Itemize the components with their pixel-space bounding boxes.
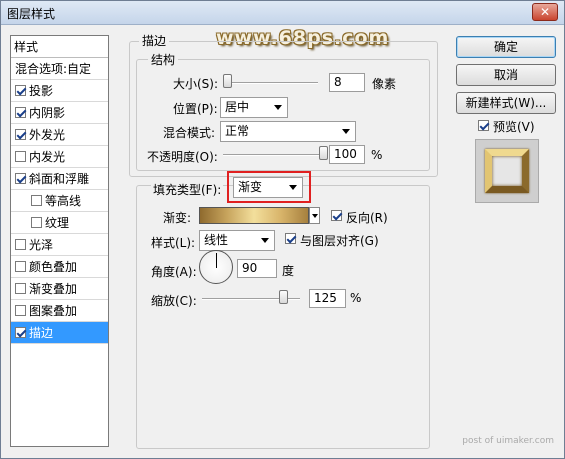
- style-list-item[interactable]: 渐变叠加: [11, 278, 108, 300]
- structure-title: 结构: [148, 51, 179, 68]
- style-list-item[interactable]: 外发光: [11, 124, 108, 146]
- style-checkbox[interactable]: [15, 327, 26, 338]
- gradient-label: 渐变:: [163, 211, 192, 225]
- size-slider-thumb[interactable]: [222, 74, 232, 88]
- style-checkbox[interactable]: [15, 173, 26, 184]
- style-list-header[interactable]: 样式: [11, 36, 108, 58]
- style-checkbox[interactable]: [15, 283, 26, 294]
- opacity-label: 不透明度(O):: [147, 150, 218, 164]
- style-checkbox[interactable]: [15, 107, 26, 118]
- fill-type-select-value: 渐变: [238, 180, 263, 194]
- style-list-item[interactable]: 斜面和浮雕: [11, 168, 108, 190]
- style-list-item-label: 图案叠加: [29, 304, 78, 318]
- style-list-item[interactable]: 颜色叠加: [11, 256, 108, 278]
- style-list-item[interactable]: 投影: [11, 80, 108, 102]
- size-input[interactable]: 8: [329, 73, 365, 92]
- scale-unit: %: [350, 291, 362, 305]
- close-button[interactable]: ✕: [532, 3, 558, 21]
- site-watermark: post of uimaker.com: [462, 436, 554, 446]
- chevron-down-icon: [274, 105, 282, 110]
- blend-mode-label: 混合模式:: [163, 126, 216, 140]
- style-checkbox[interactable]: [15, 239, 26, 250]
- style-list-item[interactable]: 内发光: [11, 146, 108, 168]
- gradient-style-select[interactable]: 线性: [199, 230, 275, 251]
- style-list-item-label: 渐变叠加: [29, 282, 78, 296]
- stroke-section-title: 描边: [139, 32, 170, 49]
- style-checkbox[interactable]: [15, 261, 26, 272]
- scale-slider-thumb[interactable]: [279, 290, 289, 304]
- style-list-item-label: 斜面和浮雕: [29, 172, 90, 186]
- style-list-item-label: 光泽: [29, 238, 54, 252]
- style-preview-thumbnail: [475, 139, 539, 203]
- new-style-button[interactable]: 新建样式(W)...: [456, 92, 556, 114]
- style-list-item-label: 投影: [29, 84, 54, 98]
- style-checkbox[interactable]: [31, 195, 42, 206]
- window-title: 图层样式: [7, 7, 56, 21]
- preview-checkbox[interactable]: [478, 120, 489, 131]
- style-list-item-label: 描边: [29, 326, 54, 340]
- opacity-slider-track[interactable]: [223, 154, 323, 156]
- reverse-label: 反向(R): [346, 211, 388, 225]
- style-list-item[interactable]: 纹理: [11, 212, 108, 234]
- preview-label: 预览(V): [493, 120, 535, 134]
- layer-style-dialog: 图层样式 ✕ www.68ps.com 样式 混合选项:自定 投影 内阴影 外发光 内发…: [0, 0, 565, 459]
- chevron-down-icon: [289, 185, 297, 190]
- scale-input[interactable]: 125: [309, 289, 346, 308]
- scale-label: 缩放(C):: [151, 294, 197, 308]
- opacity-input[interactable]: 100: [329, 145, 365, 164]
- preview-frame-image: [485, 149, 529, 193]
- style-list-item-label: 等高线: [45, 194, 82, 208]
- style-list-item-label: 内阴影: [29, 106, 66, 120]
- style-list-item-label: 外发光: [29, 128, 66, 142]
- blend-mode-select[interactable]: 正常: [220, 121, 356, 142]
- style-list-item[interactable]: 图案叠加: [11, 300, 108, 322]
- style-list-item-label: 混合选项:自定: [15, 62, 92, 76]
- gradient-swatch[interactable]: [199, 207, 309, 224]
- angle-unit: 度: [282, 264, 295, 278]
- chevron-down-icon: [261, 238, 269, 243]
- ok-button[interactable]: 确定: [456, 36, 556, 58]
- style-list-item-label: 纹理: [45, 216, 70, 230]
- chevron-down-icon: [342, 129, 350, 134]
- reverse-checkbox[interactable]: [331, 210, 342, 221]
- opacity-slider-thumb[interactable]: [319, 146, 328, 160]
- angle-dial-needle: [216, 253, 217, 268]
- gradient-style-select-value: 线性: [204, 233, 229, 247]
- size-unit: 像素: [372, 77, 397, 91]
- style-list-item[interactable]: 描边: [11, 322, 108, 344]
- size-label: 大小(S):: [173, 77, 219, 91]
- style-checkbox[interactable]: [15, 151, 26, 162]
- fill-type-label: 填充类型(F):: [151, 181, 224, 198]
- position-select[interactable]: 居中: [220, 97, 288, 118]
- style-checkbox[interactable]: [31, 217, 42, 228]
- opacity-unit: %: [371, 148, 383, 162]
- style-list-item-label: 内发光: [29, 150, 66, 164]
- style-list-item[interactable]: 混合选项:自定: [11, 58, 108, 80]
- position-label: 位置(P):: [173, 102, 218, 116]
- style-checkbox[interactable]: [15, 85, 26, 96]
- style-checkbox[interactable]: [15, 305, 26, 316]
- angle-input[interactable]: 90: [237, 259, 277, 278]
- style-list: 样式 混合选项:自定投影内阴影外发光内发光斜面和浮雕等高线纹理光泽颜色叠加渐变叠…: [10, 35, 109, 447]
- align-with-layer-checkbox[interactable]: [285, 233, 296, 244]
- angle-label: 角度(A):: [151, 265, 197, 279]
- style-list-item-label: 颜色叠加: [29, 260, 78, 274]
- style-list-item[interactable]: 光泽: [11, 234, 108, 256]
- blend-mode-select-value: 正常: [225, 124, 250, 138]
- align-with-layer-label: 与图层对齐(G): [300, 234, 379, 248]
- gradient-dropdown-button[interactable]: [309, 207, 320, 224]
- size-slider-track[interactable]: [223, 82, 318, 84]
- gradient-style-label: 样式(L):: [151, 236, 196, 250]
- style-list-item[interactable]: 等高线: [11, 190, 108, 212]
- style-list-items: 混合选项:自定投影内阴影外发光内发光斜面和浮雕等高线纹理光泽颜色叠加渐变叠加图案…: [11, 58, 108, 344]
- style-checkbox[interactable]: [15, 129, 26, 140]
- position-select-value: 居中: [225, 100, 250, 114]
- angle-dial[interactable]: [199, 250, 233, 284]
- cancel-button[interactable]: 取消: [456, 64, 556, 86]
- title-bar[interactable]: 图层样式 ✕: [1, 1, 564, 25]
- style-list-item[interactable]: 内阴影: [11, 102, 108, 124]
- fill-type-select[interactable]: 渐变: [233, 177, 303, 198]
